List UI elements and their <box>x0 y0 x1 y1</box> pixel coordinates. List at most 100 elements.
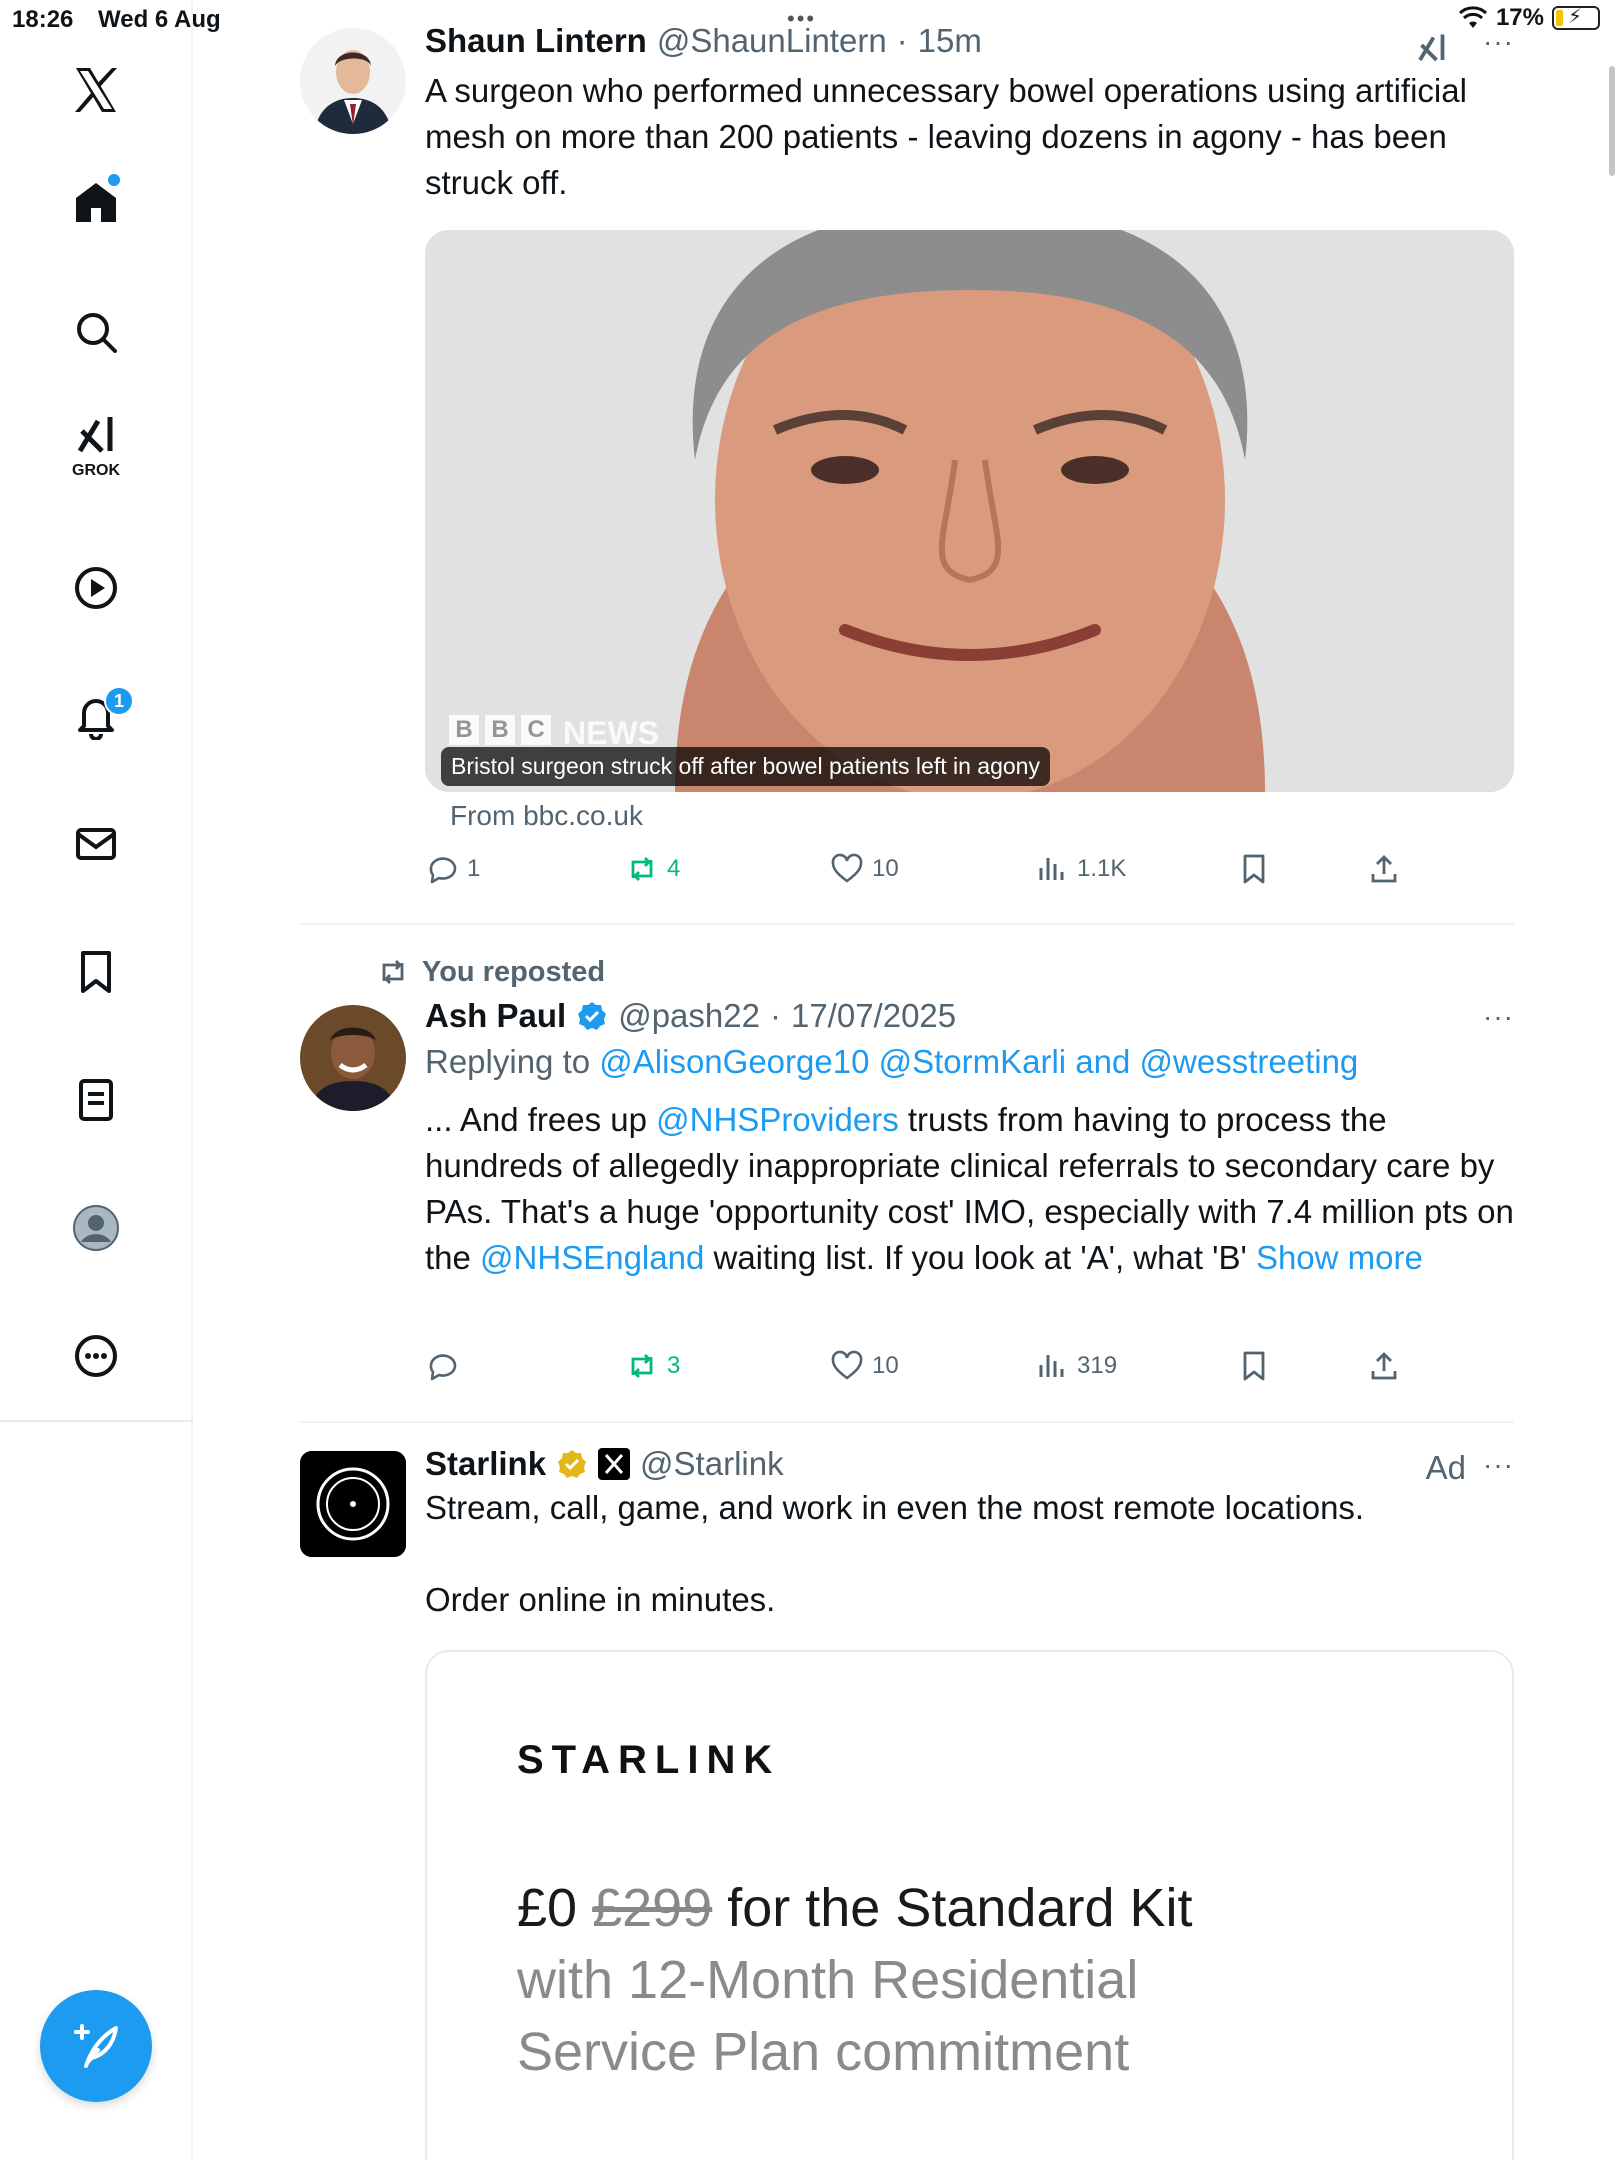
reply-button[interactable]: 1 <box>425 852 480 886</box>
repost-button[interactable]: 3 <box>625 1349 680 1383</box>
avatar[interactable] <box>300 28 406 134</box>
mention-nhsproviders[interactable]: @NHSProviders <box>656 1101 899 1138</box>
search-icon <box>77 313 117 353</box>
ad-headline: £0 £299 for the Standard Kit with 12-Mon… <box>517 1872 1193 2088</box>
bookmark-button[interactable] <box>1237 852 1271 886</box>
post-time[interactable]: 15m <box>918 22 982 60</box>
like-count: 10 <box>872 855 899 882</box>
grok-explain-icon[interactable] <box>1414 30 1450 66</box>
nav-home[interactable] <box>46 152 146 252</box>
home-unread-dot <box>108 174 120 186</box>
bookmark-icon <box>1243 1351 1265 1381</box>
post-text-line1: Stream, call, game, and work in even the… <box>425 1489 1365 1526</box>
author-name[interactable]: Starlink <box>425 1445 546 1483</box>
lists-icon <box>79 1079 113 1121</box>
share-icon <box>1371 855 1397 883</box>
grok-label: GROK <box>72 462 120 479</box>
like-button[interactable]: 10 <box>830 1349 899 1383</box>
grok-icon <box>77 417 113 453</box>
share-icon <box>1371 1352 1397 1380</box>
mail-icon <box>76 828 116 860</box>
reply-count: 1 <box>467 855 481 882</box>
author-handle[interactable]: @ShaunLintern <box>657 22 887 60</box>
verified-badge-icon <box>578 1002 607 1030</box>
compose-post-button[interactable] <box>40 1990 152 2102</box>
nav-notifications[interactable]: 1 <box>46 666 146 766</box>
nav-bookmarks[interactable] <box>46 922 146 1022</box>
separator-dot: · <box>896 22 908 59</box>
post-actions: 1 4 10 1.1K <box>425 852 1514 896</box>
like-count: 10 <box>872 1352 899 1379</box>
reply-icon <box>429 857 457 884</box>
post-starlink-ad[interactable]: Starlink @Starlink Stream, call, game, a… <box>300 1423 1514 2160</box>
nav-video[interactable] <box>46 538 146 638</box>
nav-more[interactable] <box>46 1306 146 1406</box>
share-button[interactable] <box>1367 1349 1401 1383</box>
nav-search[interactable] <box>46 282 146 382</box>
surgeon-photo <box>425 230 1514 792</box>
notifications-badge: 1 <box>104 686 134 716</box>
repost-indicator-icon <box>382 960 404 984</box>
ad-card[interactable]: STARLINK £0 £299 for the Standard Kit wi… <box>425 1650 1514 2160</box>
nav-grok[interactable]: GROK <box>46 400 146 500</box>
post-date[interactable]: 17/07/2025 <box>791 997 956 1035</box>
post-ash-paul[interactable]: You reposted Ash Paul @pash22 · 17/07/20… <box>300 925 1514 1423</box>
ad-label: Ad <box>1425 1449 1466 1486</box>
author-name[interactable]: Shaun Lintern <box>425 22 647 60</box>
x-logo[interactable] <box>46 40 146 140</box>
author-name[interactable]: Ash Paul <box>425 997 566 1035</box>
separator-dot: · <box>769 997 781 1034</box>
bookmark-button[interactable] <box>1237 1349 1271 1383</box>
post-shaun-lintern[interactable]: Shaun Lintern @ShaunLintern · 15m A surg… <box>300 0 1514 925</box>
share-button[interactable] <box>1367 852 1401 886</box>
link-card-image[interactable]: BBC NEWS Bristol surgeon struck off afte… <box>425 230 1514 792</box>
link-source[interactable]: From bbc.co.uk <box>450 800 643 832</box>
views-button[interactable]: 1.1K <box>1035 852 1126 886</box>
avatar[interactable] <box>300 1005 406 1111</box>
more-circle-icon <box>75 1335 117 1377</box>
repost-label[interactable]: You reposted <box>422 956 605 989</box>
replying-to-users[interactable]: @AlisonGeorge10 @StormKarli and @wesstre… <box>599 1043 1358 1080</box>
bookmark-icon <box>81 951 111 993</box>
battery-icon: ⚡ <box>1552 6 1600 30</box>
link-card-title[interactable]: Bristol surgeon struck off after bowel p… <box>441 747 1050 786</box>
heart-icon <box>831 1350 863 1380</box>
heart-icon <box>831 853 863 883</box>
post-more-button[interactable]: ··· <box>1483 1449 1514 1481</box>
avatar-image <box>300 28 406 134</box>
battery-fill <box>1556 10 1564 26</box>
starlink-logo-icon <box>300 1451 406 1557</box>
post-text-part: ... And frees up <box>425 1101 657 1138</box>
charging-bolt-icon: ⚡ <box>1568 6 1583 28</box>
ad-price-new: £0 <box>517 1878 578 1938</box>
show-more-link[interactable]: Show more <box>1256 1239 1423 1276</box>
post-more-button[interactable]: ··· <box>1483 1001 1514 1033</box>
repost-count: 3 <box>667 1352 681 1379</box>
repost-icon <box>631 1354 653 1378</box>
nav-profile[interactable] <box>46 1178 146 1278</box>
ad-brand: STARLINK <box>517 1738 781 1782</box>
video-play-icon <box>75 567 117 609</box>
reply-button[interactable] <box>425 1349 467 1383</box>
views-chart-icon <box>1039 858 1064 880</box>
profile-avatar-icon <box>73 1205 119 1251</box>
compose-feather-icon <box>74 2024 118 2068</box>
view-count: 1.1K <box>1077 855 1127 882</box>
author-handle[interactable]: @Starlink <box>640 1445 784 1483</box>
gold-verified-badge-icon <box>558 1450 587 1478</box>
mention-nhsengland[interactable]: @NHSEngland <box>480 1239 704 1276</box>
scrollbar[interactable] <box>1609 66 1615 176</box>
post-header: Ash Paul @pash22 · 17/07/2025 <box>425 997 1514 1035</box>
like-button[interactable]: 10 <box>830 852 899 886</box>
nav-lists[interactable] <box>46 1050 146 1150</box>
replying-to-line: Replying to @AlisonGeorge10 @StormKarli … <box>425 1039 1514 1085</box>
ad-price-old: £299 <box>592 1878 713 1938</box>
post-more-button[interactable]: ··· <box>1483 26 1514 58</box>
nav-messages[interactable] <box>46 794 146 894</box>
ad-subline-1: with 12-Month Residential <box>517 1950 1139 2010</box>
views-button[interactable]: 319 <box>1035 1349 1117 1383</box>
avatar[interactable] <box>300 1451 406 1557</box>
repost-button[interactable]: 4 <box>625 852 680 886</box>
author-handle[interactable]: @pash22 <box>618 997 760 1035</box>
post-actions: 3 10 319 <box>425 1349 1514 1393</box>
